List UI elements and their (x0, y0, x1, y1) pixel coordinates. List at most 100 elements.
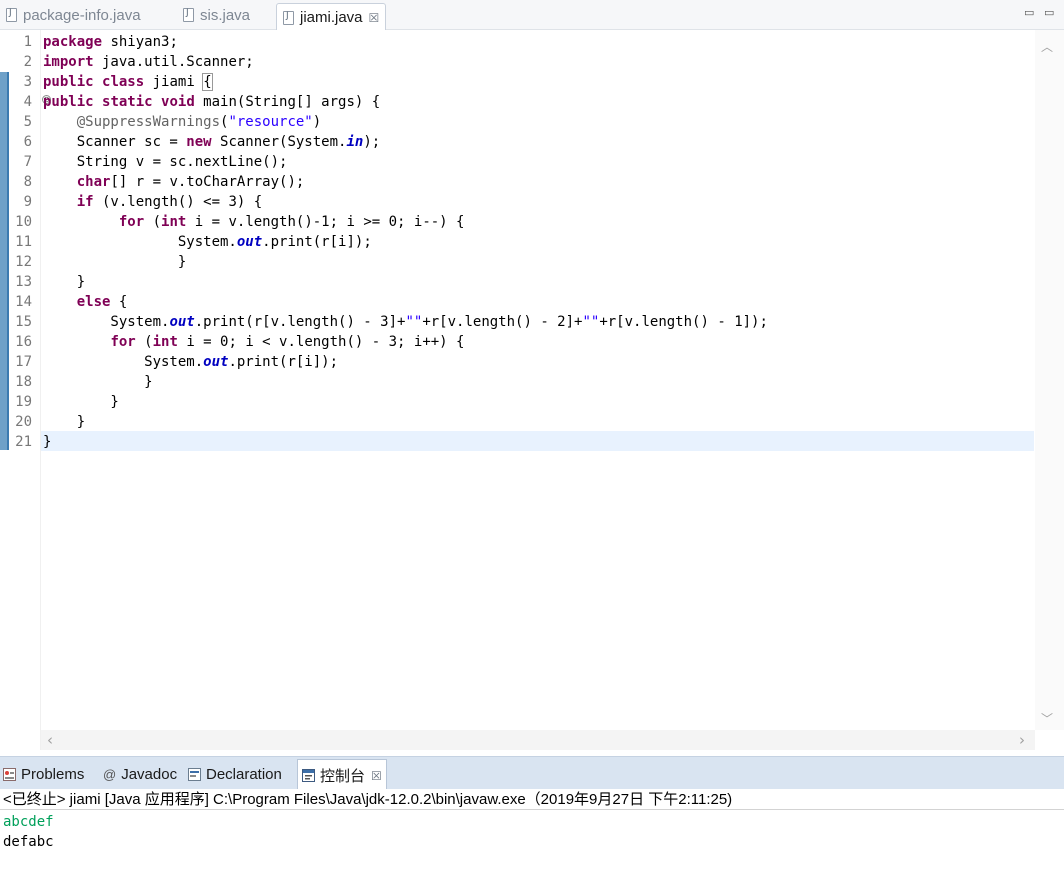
code-token: ( (135, 334, 153, 350)
code-token: [] r = v.toCharArray(); (110, 174, 305, 190)
line-number: 19 (15, 394, 32, 410)
code-token: java.util.Scanner; (93, 54, 254, 70)
scroll-left-icon[interactable]: ‹ (47, 731, 53, 749)
code-token: .print(r[i]); (228, 354, 339, 370)
line-number: 2 (23, 54, 32, 70)
code-token: int (152, 334, 178, 350)
line-number: 16 (15, 334, 32, 350)
code-token: ) (312, 114, 322, 130)
at-icon: @ (103, 767, 117, 782)
code-token: @SuppressWarnings (76, 114, 221, 130)
code-token: for (118, 214, 145, 230)
line-number-gutter: ⊖ 1 2 3 4 5 6 7 8 9 10 11 12 13 14 15 16 17 18 19 20 21 (12, 30, 51, 750)
close-icon[interactable]: ☒ (369, 11, 380, 25)
code-token: "" (582, 314, 600, 330)
tab-declaration[interactable]: Declaration (188, 760, 282, 789)
code-token: if (76, 194, 94, 210)
code-line[interactable]: System.out.print(r[i]); (43, 352, 338, 372)
quick-diff-bar (0, 72, 9, 450)
tab-sis[interactable]: sis.java (183, 2, 250, 28)
code-token: static (102, 94, 153, 110)
line-number: 20 (15, 414, 32, 430)
code-line[interactable]: Scanner sc = new Scanner(System.in); (43, 132, 380, 152)
code-line[interactable]: } (43, 372, 152, 392)
tab-console[interactable]: 控制台 ☒ (297, 759, 387, 791)
code-line[interactable]: @SuppressWarnings("resource") (43, 112, 321, 132)
code-token: (v.length() <= 3) { (93, 194, 263, 210)
tab-label: package-info.java (23, 6, 141, 24)
tab-label: Declaration (206, 766, 282, 783)
code-token: out (236, 234, 263, 250)
code-line[interactable]: import java.util.Scanner; (43, 52, 254, 72)
java-file-icon (6, 8, 17, 22)
code-token: Scanner(System. (211, 134, 347, 150)
code-token: shiyan3; (102, 34, 178, 50)
code-token: int (161, 214, 187, 230)
code-token: void (161, 94, 195, 110)
tab-problems[interactable]: Problems (3, 760, 84, 789)
line-number: 6 (23, 134, 32, 150)
code-line[interactable]: for (int i = v.length()-1; i >= 0; i--) … (43, 212, 465, 232)
line-number: 13 (15, 274, 32, 290)
code-token: char (76, 174, 111, 190)
code-token: System. (43, 234, 237, 250)
line-number: 17 (15, 354, 32, 370)
code-editor[interactable]: ⊖ 1 2 3 4 5 6 7 8 9 10 11 12 13 14 15 16 17 18 19 20 21 pack… (0, 30, 1064, 750)
code-token: } (43, 434, 52, 450)
horizontal-scrollbar[interactable]: ‹ › (41, 730, 1035, 750)
line-number: 1 (23, 34, 32, 50)
code-token: for (110, 334, 136, 350)
code-line[interactable]: } (43, 272, 85, 292)
scroll-down-icon[interactable]: ﹀ (1041, 710, 1053, 727)
tab-package-info[interactable]: package-info.java (6, 2, 141, 28)
code-line[interactable]: String v = sc.nextLine(); (43, 152, 288, 172)
code-line[interactable]: for (int i = 0; i < v.length() - 3; i++)… (43, 332, 464, 352)
vertical-scrollbar[interactable]: ︿ ﹀ (1035, 30, 1064, 730)
tab-jiami[interactable]: jiami.java ☒ (276, 3, 387, 31)
code-token: .print(r[i]); (262, 234, 372, 250)
tab-javadoc[interactable]: @ Javadoc (103, 760, 177, 789)
code-token: } (43, 414, 86, 430)
code-token: "resource" (228, 114, 313, 130)
code-line[interactable]: if (v.length() <= 3) { (43, 192, 262, 212)
console-view[interactable]: <已终止> jiami [Java 应用程序] C:\Program Files… (0, 789, 1064, 890)
line-number: 4 (23, 94, 32, 110)
code-line[interactable]: public static void main(String[] args) { (43, 92, 380, 112)
tab-label: Problems (21, 766, 85, 783)
code-line[interactable]: } (43, 432, 51, 452)
console-output-line: defabc (3, 834, 54, 850)
code-line[interactable]: else { (43, 292, 128, 312)
code-line[interactable]: char[] r = v.toCharArray(); (43, 172, 305, 192)
code-token: jiami (144, 74, 204, 90)
code-line[interactable]: } (43, 412, 85, 432)
scroll-right-icon[interactable]: › (1019, 731, 1025, 749)
code-line[interactable]: } (43, 252, 186, 272)
declaration-icon (188, 768, 201, 781)
code-token: System. (43, 354, 204, 370)
problems-icon (3, 768, 16, 781)
code-token: i = 0; i < v.length() - 3; i++) { (177, 334, 465, 350)
line-number: 5 (23, 114, 32, 130)
code-token: import (43, 54, 94, 70)
code-line[interactable]: package shiyan3; (43, 32, 178, 52)
console-icon (302, 769, 315, 782)
code-line[interactable]: public class jiami { (43, 72, 213, 92)
close-icon[interactable]: ☒ (371, 769, 382, 783)
tab-label: 控制台 (320, 768, 366, 785)
line-number: 18 (15, 374, 32, 390)
java-file-icon (283, 10, 294, 25)
code-token: +r[v.length() - 2]+ (422, 314, 583, 330)
minimize-icon[interactable]: ▭ (1024, 6, 1034, 19)
maximize-icon[interactable]: ▭ (1044, 6, 1054, 19)
editor-tab-bar: package-info.java sis.java jiami.java ☒ … (0, 0, 1064, 31)
code-line[interactable]: System.out.print(r[i]); (43, 232, 372, 252)
code-token: System. (43, 314, 170, 330)
code-line[interactable]: System.out.print(r[v.length() - 3]+""+r[… (43, 312, 768, 332)
scroll-up-icon[interactable]: ︿ (1041, 38, 1053, 55)
console-input-line: abcdef (3, 814, 54, 830)
code-line[interactable]: } (43, 392, 118, 412)
code-token: +r[v.length() - 1]); (599, 314, 768, 330)
